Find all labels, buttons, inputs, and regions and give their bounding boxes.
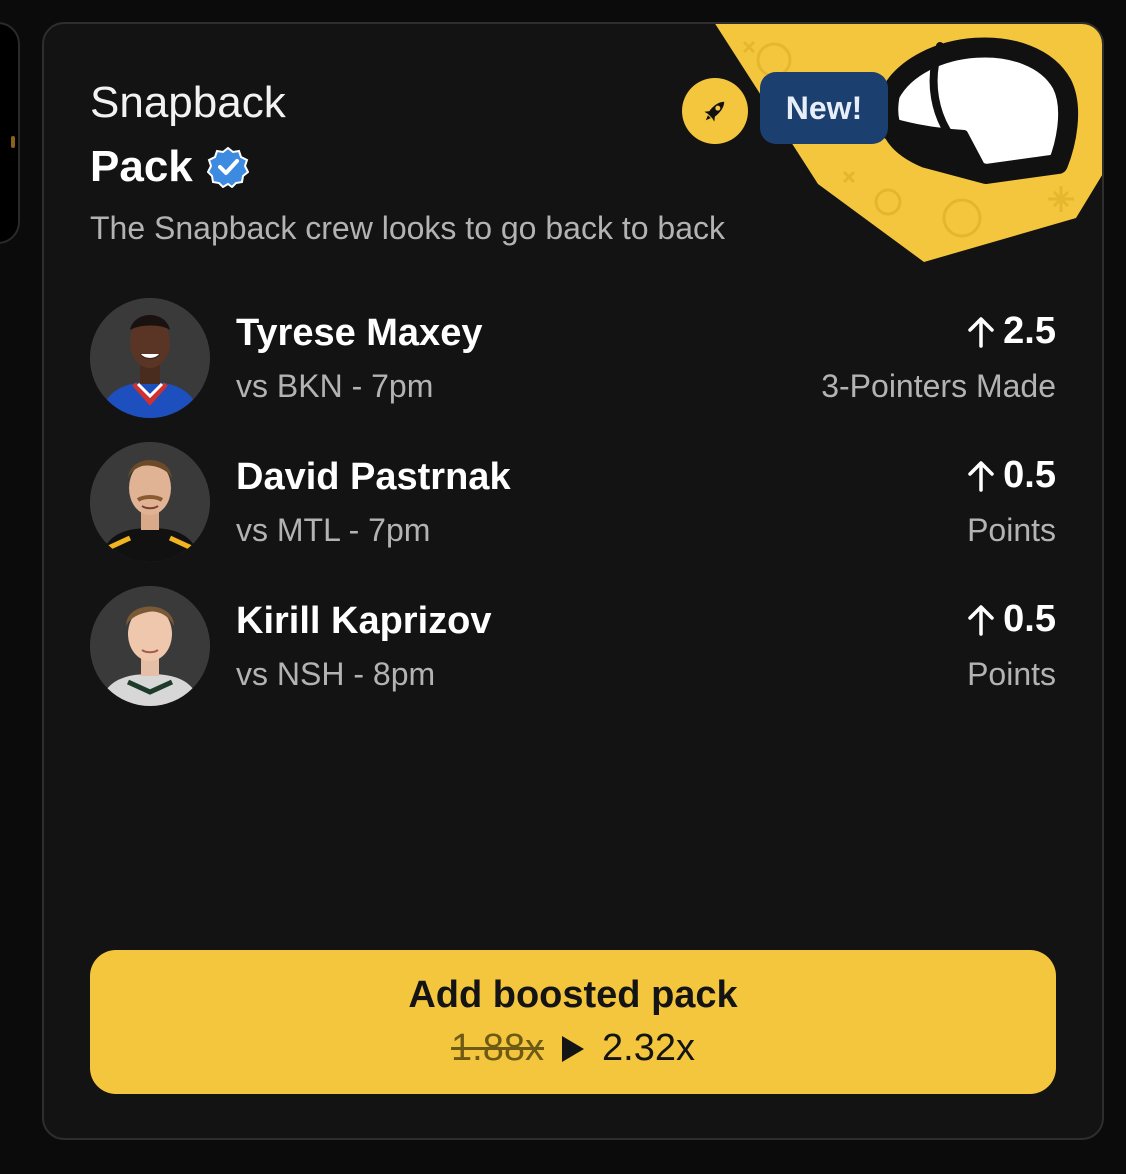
player-avatar (90, 298, 210, 418)
cta-label: Add boosted pack (408, 974, 738, 1016)
player-game: vs BKN - 7pm (236, 368, 434, 404)
pack-title-line-1: Snapback (90, 78, 286, 127)
player-name: Tyrese Maxey (236, 312, 483, 354)
line-value: 0.5 (1003, 454, 1056, 496)
player-name: Kirill Kaprizov (236, 600, 492, 642)
player-avatar (90, 442, 210, 562)
arrow-up-icon (968, 460, 994, 492)
player-row[interactable]: Tyrese Maxey vs BKN - 7pm 2.5 3-Pointers… (90, 298, 1056, 418)
player-row[interactable]: Kirill Kaprizov vs NSH - 8pm 0.5 Points (90, 586, 1056, 706)
arrow-up-icon (968, 604, 994, 636)
player-line[interactable]: 0.5 (965, 598, 1056, 641)
odds-boost: 1.88x 2.32x (451, 1027, 695, 1070)
previous-card-edge[interactable] (0, 22, 20, 244)
player-stat: 3-Pointers Made (821, 368, 1056, 404)
line-value: 2.5 (1003, 310, 1056, 352)
pack-card[interactable]: New! Snapback Pack The Snapback crew loo… (42, 22, 1104, 1140)
player-game: vs MTL - 7pm (236, 512, 431, 548)
player-game: vs NSH - 8pm (236, 656, 436, 692)
player-avatar (90, 586, 210, 706)
play-arrow-icon (562, 1035, 584, 1062)
previous-card-glint (11, 136, 15, 148)
old-odds: 1.88x (451, 1027, 544, 1069)
player-stat: Points (967, 512, 1056, 548)
arrow-up-icon (968, 316, 994, 348)
boost-badge (682, 78, 748, 144)
line-value: 0.5 (1003, 598, 1056, 640)
new-badge: New! (760, 72, 888, 144)
player-name: David Pastrnak (236, 456, 511, 498)
pack-title-line-2: Pack (90, 142, 249, 192)
pack-title-text: Pack (90, 142, 193, 191)
verified-badge-icon (206, 146, 249, 188)
pack-description: The Snapback crew looks to go back to ba… (90, 210, 726, 246)
player-line[interactable]: 0.5 (965, 454, 1056, 497)
player-line[interactable]: 2.5 (965, 310, 1056, 353)
new-odds: 2.32x (602, 1027, 695, 1069)
rocket-icon (704, 101, 725, 122)
player-row[interactable]: David Pastrnak vs MTL - 7pm 0.5 Points (90, 442, 1056, 562)
add-boosted-pack-button[interactable]: Add boosted pack 1.88x 2.32x (90, 950, 1056, 1094)
player-stat: Points (967, 656, 1056, 692)
